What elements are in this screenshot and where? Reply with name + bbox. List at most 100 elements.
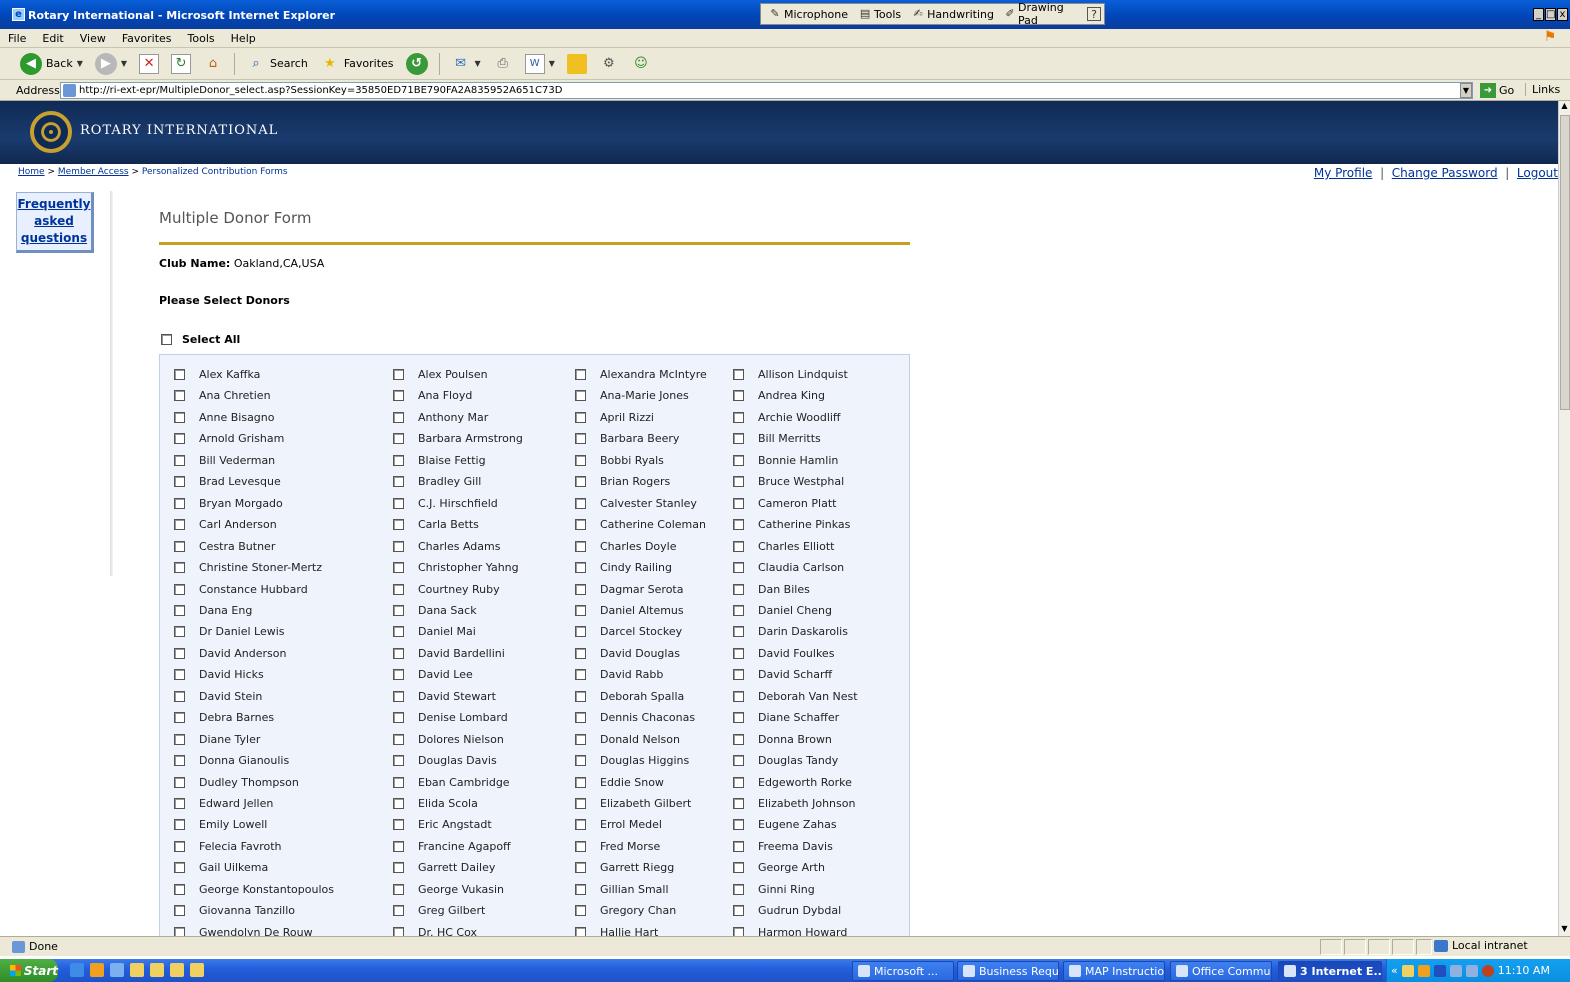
donor-option[interactable]: Hallie Hart	[575, 926, 658, 936]
donor-option[interactable]: Archie Woodliff	[733, 411, 841, 424]
donor-option[interactable]: Bruce Westphal	[733, 475, 844, 488]
donor-option[interactable]: David Douglas	[575, 647, 680, 660]
stop-button[interactable]: ✕	[135, 53, 163, 74]
donor-checkbox[interactable]	[575, 411, 586, 423]
donor-checkbox[interactable]	[733, 497, 744, 509]
donor-option[interactable]: Dolores Nielson	[393, 733, 504, 746]
donor-checkbox[interactable]	[393, 883, 404, 895]
donor-checkbox[interactable]	[174, 540, 185, 552]
donor-option[interactable]: Ana-Marie Jones	[575, 389, 689, 402]
donor-checkbox[interactable]	[733, 433, 744, 445]
donor-checkbox[interactable]	[733, 540, 744, 552]
donor-option[interactable]: David Stewart	[393, 690, 496, 703]
donor-option[interactable]: David Lee	[393, 668, 473, 681]
donor-checkbox[interactable]	[575, 755, 586, 767]
donor-checkbox[interactable]	[393, 390, 404, 402]
donor-option[interactable]: George Konstantopoulos	[174, 883, 334, 896]
donor-checkbox[interactable]	[393, 497, 404, 509]
donor-checkbox[interactable]	[733, 369, 744, 380]
menu-edit[interactable]: Edit	[34, 32, 71, 45]
donor-option[interactable]: Darcel Stockey	[575, 625, 682, 638]
donor-option[interactable]: Elizabeth Gilbert	[575, 797, 691, 810]
donor-option[interactable]: Dr Daniel Lewis	[174, 625, 285, 638]
donor-checkbox[interactable]	[575, 905, 586, 917]
donor-option[interactable]: Gudrun Dybdal	[733, 904, 841, 917]
donor-checkbox[interactable]	[393, 733, 404, 745]
my-profile-link[interactable]: My Profile	[1314, 166, 1373, 180]
donor-checkbox[interactable]	[393, 626, 404, 638]
donor-option[interactable]: Cindy Railing	[575, 561, 672, 574]
donor-checkbox[interactable]	[575, 433, 586, 445]
donor-checkbox[interactable]	[575, 840, 586, 852]
donor-option[interactable]: Dagmar Serota	[575, 583, 683, 596]
donor-checkbox[interactable]	[575, 519, 586, 531]
donor-checkbox[interactable]	[174, 497, 185, 509]
donor-option[interactable]: David Stein	[174, 690, 262, 703]
donor-checkbox[interactable]	[174, 433, 185, 445]
donor-option[interactable]: Constance Hubbard	[174, 583, 308, 596]
donor-option[interactable]: George Arth	[733, 861, 825, 874]
donor-checkbox[interactable]	[575, 476, 586, 488]
address-input[interactable]: http://ri-ext-epr/MultipleDonor_select.a…	[60, 82, 1473, 99]
scroll-thumb[interactable]	[1560, 115, 1570, 410]
donor-checkbox[interactable]	[174, 583, 185, 595]
donor-option[interactable]: Elizabeth Johnson	[733, 797, 855, 810]
donor-option[interactable]: Alex Poulsen	[393, 368, 488, 381]
donor-option[interactable]: Brian Rogers	[575, 475, 670, 488]
donor-option[interactable]: Eban Cambridge	[393, 776, 510, 789]
donor-checkbox[interactable]	[575, 562, 586, 574]
donor-checkbox[interactable]	[733, 583, 744, 595]
donor-checkbox[interactable]	[575, 712, 586, 724]
donor-checkbox[interactable]	[575, 733, 586, 745]
donor-option[interactable]: Denise Lombard	[393, 711, 508, 724]
donor-checkbox[interactable]	[393, 926, 404, 936]
donor-checkbox[interactable]	[393, 712, 404, 724]
donor-checkbox[interactable]	[174, 712, 185, 724]
history-button[interactable]: ↺	[402, 52, 432, 75]
menu-favorites[interactable]: Favorites	[114, 32, 180, 45]
donor-checkbox[interactable]	[393, 905, 404, 917]
select-all-checkbox[interactable]	[161, 334, 172, 345]
donor-option[interactable]: Bonnie Hamlin	[733, 454, 838, 467]
donor-checkbox[interactable]	[393, 519, 404, 531]
donor-option[interactable]: Garrett Riegg	[575, 861, 674, 874]
donor-checkbox[interactable]	[174, 562, 185, 574]
donor-option[interactable]: Donna Brown	[733, 733, 832, 746]
donor-option[interactable]: Gillian Small	[575, 883, 669, 896]
donor-option[interactable]: Blaise Fettig	[393, 454, 486, 467]
donor-checkbox[interactable]	[575, 540, 586, 552]
donor-option[interactable]: Giovanna Tanzillo	[174, 904, 295, 917]
donor-option[interactable]: Daniel Altemus	[575, 604, 684, 617]
donor-checkbox[interactable]	[733, 776, 744, 788]
faq-link[interactable]: Frequently asked questions	[18, 197, 91, 245]
menu-view[interactable]: View	[72, 32, 114, 45]
donor-option[interactable]: Bryan Morgado	[174, 497, 283, 510]
donor-option[interactable]: Daniel Cheng	[733, 604, 832, 617]
donor-option[interactable]: David Hicks	[174, 668, 264, 681]
help-button[interactable]: ?	[1084, 7, 1104, 21]
donor-checkbox[interactable]	[575, 776, 586, 788]
donor-option[interactable]: Edward Jellen	[174, 797, 273, 810]
donor-checkbox[interactable]	[733, 905, 744, 917]
address-dropdown-icon[interactable]: ▼	[1460, 83, 1472, 98]
donor-option[interactable]: Anne Bisagno	[174, 411, 275, 424]
refresh-button[interactable]: ↻	[167, 53, 195, 74]
donor-option[interactable]: Dana Sack	[393, 604, 477, 617]
donor-checkbox[interactable]	[733, 712, 744, 724]
donor-checkbox[interactable]	[174, 454, 185, 466]
task-office-communicator[interactable]: Office Commu...	[1170, 961, 1272, 981]
donor-option[interactable]: Brad Levesque	[174, 475, 281, 488]
breadcrumb-home[interactable]: Home	[18, 167, 45, 177]
donor-option[interactable]: Courtney Ruby	[393, 583, 500, 596]
donor-option[interactable]: Andrea King	[733, 389, 825, 402]
donor-option[interactable]: Eugene Zahas	[733, 818, 837, 831]
donor-checkbox[interactable]	[733, 733, 744, 745]
donor-option[interactable]: Charles Adams	[393, 540, 500, 553]
donor-option[interactable]: Dr. HC Cox	[393, 926, 477, 936]
donor-checkbox[interactable]	[575, 647, 586, 659]
donor-option[interactable]: Dana Eng	[174, 604, 252, 617]
donor-option[interactable]: Diane Schaffer	[733, 711, 839, 724]
donor-option[interactable]: David Scharff	[733, 668, 832, 681]
donor-checkbox[interactable]	[733, 454, 744, 466]
print-button[interactable]: ⎙	[489, 54, 517, 74]
